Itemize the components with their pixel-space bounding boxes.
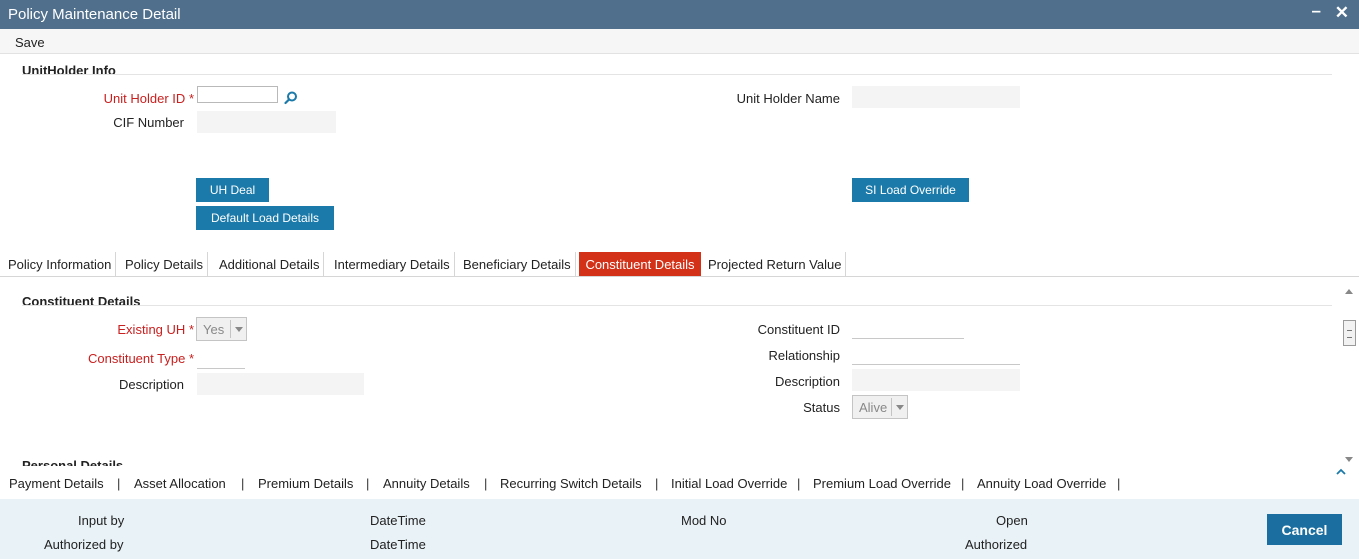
window-title: Policy Maintenance Detail [8,6,181,23]
link-premium-load-override[interactable]: Premium Load Override [813,476,951,491]
search-icon[interactable] [284,91,298,105]
description2-field[interactable] [852,369,1020,391]
link-separator: | [117,476,121,491]
status-select[interactable]: Alive [852,395,908,419]
window-titlebar: Policy Maintenance Detail – ✕ [0,0,1359,29]
tab-underline [0,276,1359,277]
existing-uh-value: Yes [203,322,225,337]
tab-beneficiary-details[interactable]: Beneficiary Details [459,252,576,277]
chevron-down-icon [891,398,907,416]
datetime-label-1: DateTime [370,513,426,528]
authorized-label: Authorized [965,537,1028,552]
constituent-section-title: Constituent Details [22,294,141,309]
scroll-down-icon[interactable] [1345,457,1353,462]
link-separator: | [241,476,245,491]
save-button[interactable]: Save [15,35,45,50]
constituent-id-input[interactable] [852,317,964,339]
link-separator: | [655,476,659,491]
link-separator: | [961,476,965,491]
vertical-scrollbar[interactable] [1342,287,1357,465]
unit-holder-id-input[interactable] [197,86,278,103]
tab-projected-return-value[interactable]: Projected Return Value [704,252,847,277]
audit-footer: Input by DateTime Mod No Open Authorized… [0,499,1359,559]
tab-constituent-details[interactable]: Constituent Details [579,252,701,277]
relationship-input[interactable] [852,343,1020,365]
si-load-override-button[interactable]: SI Load Override [852,178,969,202]
link-separator: | [484,476,488,491]
status-label: Status [803,400,840,415]
section-divider [22,305,1332,306]
minimize-icon[interactable]: – [1312,1,1321,21]
chevron-down-icon [230,320,246,338]
constituent-type-input[interactable] [197,347,245,369]
default-load-details-button[interactable]: Default Load Details [196,206,334,230]
link-initial-load-override[interactable]: Initial Load Override [671,476,787,491]
uh-deal-button[interactable]: UH Deal [196,178,269,202]
datetime-label-2: DateTime [370,537,426,552]
unit-holder-id-label: Unit Holder ID * [103,91,194,106]
tab-policy-information[interactable]: Policy Information [4,252,117,277]
description-label: Description [118,377,184,392]
link-separator: | [1117,476,1121,491]
cif-number-label: CIF Number [113,115,184,130]
scroll-thumb[interactable] [1343,320,1356,346]
tab-policy-details[interactable]: Policy Details [121,252,209,277]
sub-links-bar: Payment Details | Asset Allocation | Pre… [0,466,1359,499]
link-recurring-switch-details[interactable]: Recurring Switch Details [500,476,642,491]
relationship-label: Relationship [768,348,840,363]
cancel-button[interactable]: Cancel [1267,514,1342,545]
constituent-id-label: Constituent ID [757,322,840,337]
personal-details-title: Personal Details [22,458,124,466]
tab-additional-details[interactable]: Additional Details [215,252,325,277]
close-icon[interactable]: ✕ [1335,3,1349,23]
status-value: Alive [859,400,888,415]
link-separator: | [797,476,801,491]
unitholder-section-title: UnitHolder Info [22,63,116,78]
open-label: Open [996,513,1028,528]
link-asset-allocation[interactable]: Asset Allocation [134,476,226,491]
description2-label: Description [774,374,840,389]
tab-intermediary-details[interactable]: Intermediary Details [330,252,455,277]
scroll-up-icon[interactable] [1345,289,1353,294]
link-annuity-load-override[interactable]: Annuity Load Override [977,476,1106,491]
input-by-label: Input by [78,513,125,528]
mod-no-label: Mod No [681,513,727,528]
existing-uh-select[interactable]: Yes [196,317,247,341]
link-payment-details[interactable]: Payment Details [9,476,104,491]
authorized-by-label: Authorized by [44,537,124,552]
link-premium-details[interactable]: Premium Details [258,476,353,491]
cif-number-field[interactable] [197,111,336,133]
section-divider [22,74,1332,75]
description-field[interactable] [197,373,364,395]
unit-holder-name-field[interactable] [852,86,1020,108]
existing-uh-label: Existing UH * [117,322,194,337]
chevron-up-icon[interactable] [1336,468,1346,476]
constituent-type-label: Constituent Type * [87,351,194,366]
unit-holder-name-label: Unit Holder Name [736,91,840,106]
link-separator: | [366,476,370,491]
link-annuity-details[interactable]: Annuity Details [383,476,470,491]
menu-bar: Save [0,29,1359,54]
